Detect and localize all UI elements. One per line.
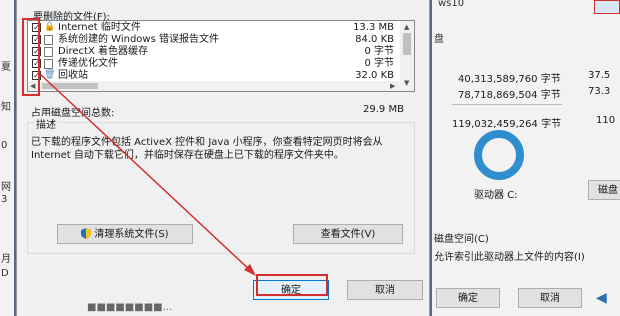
vertical-scrollbar[interactable]: ▲ ▼ (400, 21, 414, 91)
checkbox[interactable]: ✓ (32, 59, 41, 68)
file-icon (44, 35, 53, 45)
scroll-up-icon[interactable]: ▲ (404, 23, 409, 31)
checkbox[interactable]: ✓ (32, 23, 41, 32)
list-item[interactable]: ✓ 🔒 Internet 临时文件 13.3 MB (28, 22, 400, 34)
strip-char: 知 (1, 102, 11, 113)
strip-char: 0 (1, 140, 8, 151)
scroll-down-icon[interactable]: ▼ (404, 79, 409, 87)
file-category-name: DirectX 着色器缓存 (58, 46, 148, 57)
disk-cleanup-dialog: 要删除的文件(F): ✓ 🔒 Internet 临时文件 13.3 MB ✓ 系… (16, 0, 430, 316)
checkbox[interactable]: ✓ (32, 71, 41, 80)
disk-usage-donut (474, 130, 524, 180)
strip-char: 3 (1, 194, 8, 205)
used-space-bytes: 40,313,589,760 字节 (458, 74, 561, 85)
recycle-bin-icon: 🗑 (44, 70, 56, 80)
list-item[interactable]: ✓ 系统创建的 Windows 错误报告文件 84.0 KB (28, 34, 400, 46)
view-files-button[interactable]: 查看文件(V) (293, 224, 403, 244)
horizontal-scrollbar[interactable]: ◀ ▶ (28, 81, 400, 91)
file-category-size: 13.3 MB (353, 22, 394, 33)
divider (452, 104, 562, 105)
index-checkbox-label[interactable]: 允许索引此驱动器上文件的内容(I) (434, 248, 585, 263)
scroll-left-icon[interactable]: ◀ (30, 82, 35, 90)
file-category-name: 系统创建的 Windows 错误报告文件 (58, 34, 219, 45)
compress-checkbox-label[interactable]: 磁盘空间(C) (434, 230, 489, 245)
file-category-name: Internet 临时文件 (58, 22, 141, 33)
scroll-thumb[interactable] (403, 33, 411, 55)
strip-char: 网 (1, 182, 11, 193)
arrow-icon: ◀ (596, 290, 607, 306)
free-space-gb: 73.3 (588, 86, 611, 97)
capacity-gb: 110 (596, 115, 616, 126)
disk-cleanup-button[interactable]: 磁盘 (588, 180, 620, 200)
properties-ok-button[interactable]: 确定 (436, 288, 500, 308)
description-text: 已下载的程序文件包括 ActiveX 控件和 Java 小程序，你查看特定网页时… (31, 137, 383, 161)
file-icon (44, 59, 53, 69)
tab-label-fragment: 盘 (434, 34, 444, 45)
checkbox[interactable]: ✓ (32, 35, 41, 44)
background-left-strip: 夏 知 0 网 3 月 D (0, 0, 14, 316)
window-title-fragment: ws10 (438, 0, 465, 9)
clean-system-files-button[interactable]: 清理系统文件(S) (57, 224, 193, 244)
file-category-size: 84.0 KB (355, 34, 394, 45)
background-properties-window: ws10 盘 40,313,589,760 字节 37.5 78,718,869… (432, 0, 620, 316)
drive-label: 驱动器 C: (474, 190, 518, 201)
free-space-bytes: 78,718,869,504 字节 (458, 90, 561, 101)
clean-system-files-label: 清理系统文件(S) (94, 229, 169, 240)
file-category-name: 传递优化文件 (58, 58, 118, 69)
file-icon (44, 47, 53, 57)
checkbox[interactable]: ✓ (32, 47, 41, 56)
list-item[interactable]: ✓ DirectX 着色器缓存 0 字节 (28, 46, 400, 58)
used-space-gb: 37.5 (588, 70, 611, 81)
properties-cancel-button[interactable]: 取消 (518, 288, 582, 308)
lock-icon: 🔒 (44, 22, 56, 32)
bottom-partial-text: ■■■■■■■■... (87, 302, 173, 313)
uac-shield-icon (81, 228, 92, 239)
strip-char: 夏 (1, 62, 11, 73)
highlighted-corner (594, 0, 620, 14)
space-total-value: 29.9 MB (363, 104, 404, 115)
scroll-thumb[interactable] (42, 83, 98, 89)
ok-button[interactable]: 确定 (253, 280, 329, 300)
description-title: 描述 (34, 116, 58, 131)
scroll-right-icon[interactable]: ▶ (390, 82, 395, 90)
cancel-button[interactable]: 取消 (347, 280, 423, 300)
strip-char: 月 (1, 254, 11, 265)
file-category-size: 0 字节 (364, 58, 394, 69)
file-category-size: 0 字节 (364, 46, 394, 57)
files-to-delete-list[interactable]: ✓ 🔒 Internet 临时文件 13.3 MB ✓ 系统创建的 Window… (27, 20, 415, 92)
list-item[interactable]: ✓ 传递优化文件 0 字节 (28, 58, 400, 70)
strip-char: D (1, 268, 9, 279)
capacity-bytes: 119,032,459,264 字节 (452, 119, 562, 130)
